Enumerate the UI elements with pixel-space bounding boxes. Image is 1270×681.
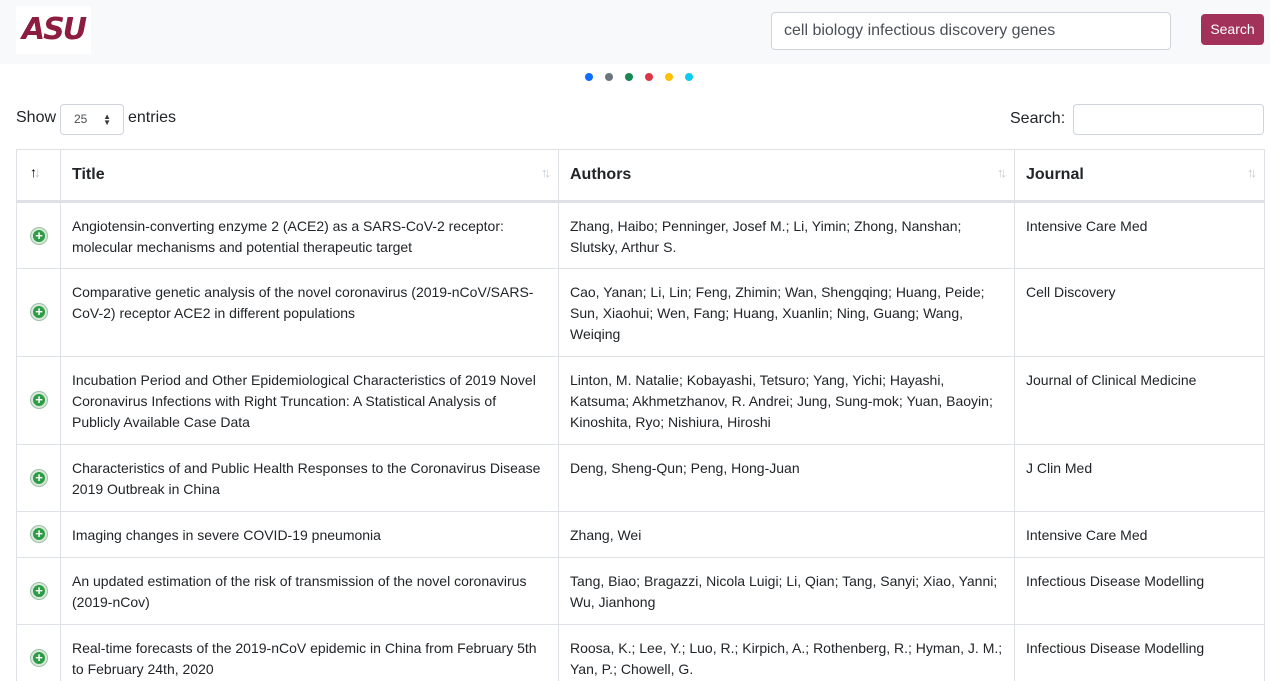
loading-indicator <box>585 73 705 81</box>
asu-logo[interactable]: ASU <box>16 6 91 54</box>
cell-journal: Infectious Disease Modelling <box>1014 624 1265 681</box>
cell-authors: Zhang, Haibo; Penninger, Josef M.; Li, Y… <box>558 201 1015 269</box>
cell-authors: Roosa, K.; Lee, Y.; Luo, R.; Kirpich, A.… <box>558 624 1015 681</box>
table-header-row: ↑↓ Title ↑↓ Authors ↑↓ Journal ↑↓ <box>16 149 1265 203</box>
sort-icon: ↑↓ <box>541 165 551 180</box>
cell-journal: Journal of Clinical Medicine <box>1014 356 1265 445</box>
column-header-title[interactable]: Title ↑↓ <box>60 149 559 203</box>
row-expand-cell: + <box>16 356 61 445</box>
expand-row-icon[interactable]: + <box>31 228 47 244</box>
table-row: + Comparative genetic analysis of the no… <box>16 268 1265 357</box>
cell-title: Incubation Period and Other Epidemiologi… <box>60 356 559 445</box>
cell-title: Characteristics of and Public Health Res… <box>60 444 559 512</box>
column-header-journal[interactable]: Journal ↑↓ <box>1014 149 1265 203</box>
row-expand-cell: + <box>16 511 61 558</box>
expand-row-icon[interactable]: + <box>31 526 47 542</box>
top-navbar: ASU cell biology infectious discovery ge… <box>0 0 1270 64</box>
row-expand-cell: + <box>16 557 61 625</box>
cell-title: Angiotensin-converting enzyme 2 (ACE2) a… <box>60 201 559 269</box>
table-row: + An updated estimation of the risk of t… <box>16 557 1265 625</box>
cell-journal: Intensive Care Med <box>1014 201 1265 269</box>
results-table: ↑↓ Title ↑↓ Authors ↑↓ Journal ↑↓ + Angi… <box>16 149 1265 681</box>
cell-title: Real-time forecasts of the 2019-nCoV epi… <box>60 624 559 681</box>
loading-dot <box>585 73 593 81</box>
table-row: + Incubation Period and Other Epidemiolo… <box>16 356 1265 445</box>
column-header-label: Title <box>72 166 105 183</box>
expand-row-icon[interactable]: + <box>31 304 47 320</box>
table-row: + Characteristics of and Public Health R… <box>16 444 1265 512</box>
row-expand-cell: + <box>16 624 61 681</box>
row-expand-cell: + <box>16 444 61 512</box>
table-search-input[interactable] <box>1073 104 1264 135</box>
cell-journal: Intensive Care Med <box>1014 511 1265 558</box>
cell-journal: Infectious Disease Modelling <box>1014 557 1265 625</box>
cell-journal: J Clin Med <box>1014 444 1265 512</box>
table-row: + Imaging changes in severe COVID-19 pne… <box>16 511 1265 558</box>
expand-row-icon[interactable]: + <box>31 583 47 599</box>
cell-authors: Zhang, Wei <box>558 511 1015 558</box>
cell-authors: Cao, Yanan; Li, Lin; Feng, Zhimin; Wan, … <box>558 268 1015 357</box>
loading-dot <box>625 73 633 81</box>
entries-select-value: 25 <box>74 112 88 126</box>
search-button[interactable]: Search <box>1201 14 1264 45</box>
column-header-control[interactable]: ↑↓ <box>16 149 61 203</box>
entries-label: entries <box>128 109 177 126</box>
row-expand-cell: + <box>16 201 61 269</box>
show-label: Show <box>16 109 57 126</box>
sort-ascending-icon: ↑↓ <box>30 164 41 180</box>
cell-authors: Deng, Sheng-Qun; Peng, Hong-Juan <box>558 444 1015 512</box>
loading-dot <box>645 73 653 81</box>
expand-row-icon[interactable]: + <box>31 470 47 486</box>
column-header-authors[interactable]: Authors ↑↓ <box>558 149 1015 203</box>
cell-title: Imaging changes in severe COVID-19 pneum… <box>60 511 559 558</box>
asu-logo-text: ASU <box>21 12 87 47</box>
sort-icon: ↑↓ <box>997 165 1007 180</box>
entries-per-page-select[interactable]: 25 ▲ ▼ <box>60 104 124 135</box>
expand-row-icon[interactable]: + <box>31 650 47 666</box>
loading-dot <box>665 73 673 81</box>
sort-icon: ↑↓ <box>1247 165 1257 180</box>
cell-authors: Linton, M. Natalie; Kobayashi, Tetsuro; … <box>558 356 1015 445</box>
cell-journal: Cell Discovery <box>1014 268 1265 357</box>
column-header-label: Authors <box>570 166 632 183</box>
loading-dot <box>685 73 693 81</box>
select-caret-icon: ▲ ▼ <box>103 112 111 127</box>
cell-title: An updated estimation of the risk of tra… <box>60 557 559 625</box>
column-header-label: Journal <box>1026 166 1084 183</box>
table-search-label: Search: <box>1010 110 1066 127</box>
expand-row-icon[interactable]: + <box>31 392 47 408</box>
loading-dot <box>605 73 613 81</box>
table-row: + Real-time forecasts of the 2019-nCoV e… <box>16 624 1265 681</box>
table-row: + Angiotensin-converting enzyme 2 (ACE2)… <box>16 201 1265 269</box>
query-search-input[interactable]: cell biology infectious discovery genes <box>771 12 1171 50</box>
cell-title: Comparative genetic analysis of the nove… <box>60 268 559 357</box>
row-expand-cell: + <box>16 268 61 357</box>
cell-authors: Tang, Biao; Bragazzi, Nicola Luigi; Li, … <box>558 557 1015 625</box>
